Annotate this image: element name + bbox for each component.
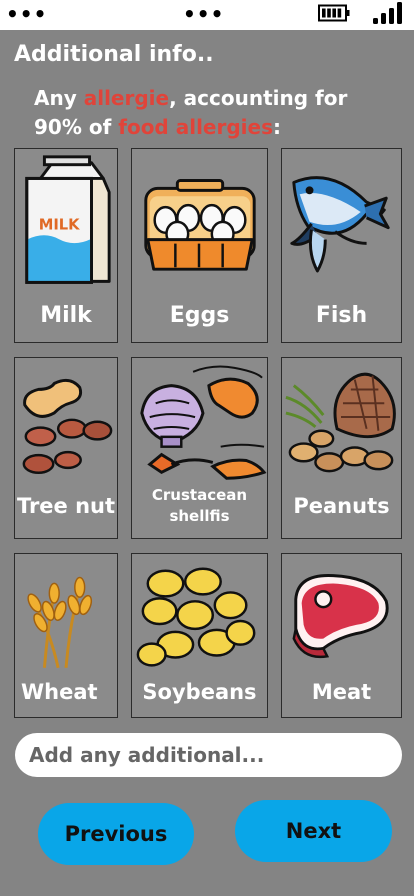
more-dots-icon: ••• <box>183 2 225 26</box>
milk-carton-text: MILK <box>39 216 80 233</box>
battery-icon <box>318 4 350 22</box>
pinecone-nuts-icon <box>285 372 396 473</box>
allergen-label: Fish <box>315 303 368 328</box>
wheat-icon <box>27 576 93 669</box>
fish-icon <box>290 176 390 273</box>
next-button[interactable]: Next <box>235 800 392 862</box>
intro-text: : <box>273 115 281 139</box>
allergen-tile-meat[interactable]: Meat <box>281 553 402 718</box>
signal-icon <box>373 2 402 24</box>
additional-allergy-input[interactable] <box>15 733 402 777</box>
milk-carton-icon: MILK <box>25 155 111 284</box>
egg-carton-icon <box>144 179 256 271</box>
intro-text: Any <box>34 86 84 110</box>
allergen-label-line1: Crustacean <box>151 486 248 504</box>
allergen-tile-wheat[interactable]: Wheat <box>14 553 118 718</box>
allergen-tile-tree-nut[interactable]: Tree nut <box>14 357 118 539</box>
shrimp-shell-icon <box>140 365 267 480</box>
allergy-intro-text: Any allergie, accounting for 90% of food … <box>34 84 347 142</box>
previous-button[interactable]: Previous <box>38 803 194 865</box>
status-bar: ••• ••• <box>0 0 414 30</box>
allergen-label: Eggs <box>169 303 230 328</box>
allergen-tile-soybeans[interactable]: Soybeans <box>131 553 268 718</box>
allergen-tile-eggs[interactable]: Eggs <box>131 148 268 343</box>
more-dots-icon: ••• <box>6 2 48 26</box>
allergen-tile-milk[interactable]: MILK Milk <box>14 148 118 343</box>
intro-text: 90% of <box>34 115 119 139</box>
intro-text: , accounting for <box>169 86 348 110</box>
allergen-label: Meat <box>311 680 372 704</box>
soybeans-icon <box>136 567 256 667</box>
allergen-tile-fish[interactable]: Fish <box>281 148 402 343</box>
allergen-label: Wheat <box>21 680 98 704</box>
allergen-label: Tree nut <box>16 494 116 518</box>
allergen-label-line2: shellfis <box>169 507 230 525</box>
highlight-allergie: allergie <box>83 86 170 110</box>
allergen-label: Crustacean shellfis <box>132 485 267 527</box>
tree-nut-icon <box>22 378 113 474</box>
allergen-tile-crustacean-shellfish[interactable]: Crustacean shellfis <box>131 357 268 539</box>
steak-icon <box>292 574 389 659</box>
highlight-food-allergies: food allergies <box>118 115 273 139</box>
allergen-label: Peanuts <box>293 494 390 518</box>
allergen-label: Milk <box>40 303 92 328</box>
allergen-tile-peanuts[interactable]: Peanuts <box>281 357 402 539</box>
page-title: Additional info.. <box>14 42 214 67</box>
allergen-label: Soybeans <box>142 680 257 704</box>
